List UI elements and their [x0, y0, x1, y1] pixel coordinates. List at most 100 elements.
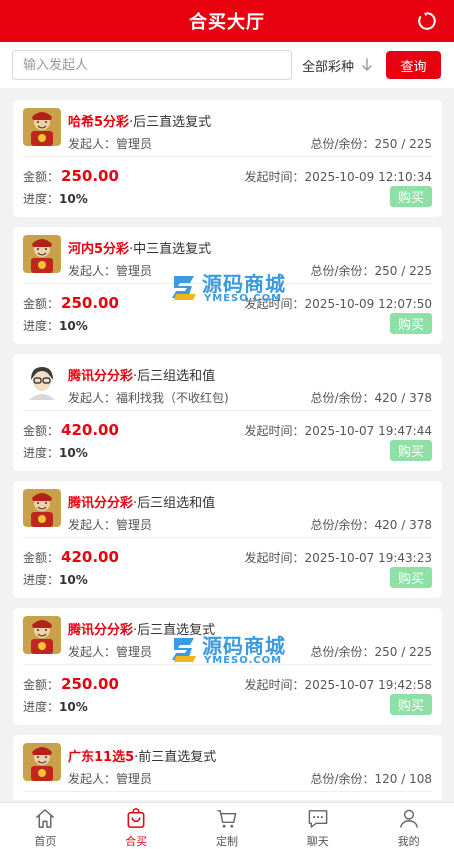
initiator-label: 发起人： — [68, 518, 117, 532]
initiator-info: 发起人：福利找我（不收红包) — [68, 389, 229, 406]
initiator-value: 管理员 — [116, 772, 153, 786]
progress-label: 进度： — [23, 192, 60, 206]
amount-value: 420.00 — [61, 548, 119, 566]
time-info: 发起时间：2025-10-09 12:07:50 — [245, 295, 432, 312]
buy-button[interactable]: 购买 — [390, 313, 432, 334]
lottery-name: 河内5分彩·中三直选复式 — [68, 238, 211, 257]
initiator-search-input[interactable] — [12, 50, 292, 80]
buy-button[interactable]: 购买 — [390, 567, 432, 588]
avatar — [23, 489, 61, 527]
tab-chat-label: 聊天 — [306, 835, 329, 848]
page-title: 合买大厅 — [189, 12, 265, 33]
home-icon — [36, 809, 55, 828]
amount-label: 金额： — [23, 678, 60, 692]
order-card[interactable]: 腾讯分分彩·后三直选复式 发起人：管理员 总份/余份：250 / 225 金额： 250… — [13, 608, 442, 725]
progress-value: 10% — [59, 319, 88, 333]
amount-value: 250.00 — [61, 294, 119, 312]
avatar — [23, 362, 61, 400]
progress-value: 10% — [59, 700, 88, 714]
lottery-type-select[interactable]: 全部彩种 — [302, 56, 374, 75]
tab-mine[interactable]: 我的 — [363, 803, 454, 849]
avatar — [23, 616, 61, 654]
shares-label: 总份/余份： — [310, 772, 375, 786]
lottery-type-label: 全部彩种 — [302, 59, 355, 75]
order-list: 哈希5分彩·后三直选复式 发起人：管理员 总份/余份：250 / 225 金额： 250… — [13, 100, 442, 800]
arrow-down-icon — [362, 58, 372, 71]
shares-info: 总份/余份：120 / 108 — [310, 770, 432, 787]
buy-button[interactable]: 购买 — [390, 440, 432, 461]
divider — [23, 537, 432, 538]
progress-label: 进度： — [23, 573, 60, 587]
tab-group-buy-label: 合买 — [125, 835, 148, 848]
order-card[interactable]: 腾讯分分彩·后三组选和值 发起人：管理员 总份/余份：420 / 378 金额： 420… — [13, 481, 442, 598]
progress-info: 进度：10% — [23, 571, 88, 588]
order-card[interactable]: 广东11选5·前三直选复式发起人：管理员总份/余份：120 / 108金额：发起… — [13, 735, 442, 800]
time-label: 发起时间： — [244, 297, 305, 311]
buy-button[interactable]: 购买 — [390, 694, 432, 715]
play-type: ·后三直选复式 — [129, 115, 212, 130]
progress-info: 进度：10% — [23, 190, 88, 207]
lottery-name: 腾讯分分彩·后三直选复式 — [68, 619, 215, 638]
refresh-icon[interactable] — [416, 10, 438, 32]
lottery-title: 腾讯分分彩 — [68, 496, 134, 511]
time-value: 2025-10-07 19:42:58 — [304, 678, 432, 692]
progress-info: 进度：10% — [23, 444, 88, 461]
progress-info: 进度：10% — [23, 317, 88, 334]
amount-value: 420.00 — [61, 421, 119, 439]
cart-icon — [217, 810, 237, 828]
lottery-name: 广东11选5·前三直选复式 — [68, 746, 216, 765]
divider — [23, 156, 432, 157]
progress-label: 进度： — [23, 446, 60, 460]
lottery-title: 哈希5分彩 — [68, 115, 130, 130]
lottery-title: 河内5分彩 — [68, 242, 130, 257]
tab-custom-label: 定制 — [215, 835, 238, 848]
order-card[interactable]: 哈希5分彩·后三直选复式 发起人：管理员 总份/余份：250 / 225 金额： 250… — [13, 100, 442, 217]
initiator-label: 发起人： — [68, 137, 117, 151]
avatar — [23, 743, 61, 781]
order-card[interactable]: 河内5分彩·中三直选复式 发起人：管理员 总份/余份：250 / 225 金额： 250… — [13, 227, 442, 344]
user-icon — [399, 809, 418, 828]
query-button[interactable]: 查询 — [386, 51, 441, 79]
divider — [23, 283, 432, 284]
amount-info: 金额： 250.00 — [23, 167, 119, 185]
shares-label: 总份/余份： — [310, 264, 375, 278]
time-value: 2025-10-07 19:43:23 — [304, 551, 432, 565]
divider — [23, 664, 432, 665]
time-value: 2025-10-07 19:47:44 — [304, 424, 432, 438]
lottery-title: 广东11选5 — [68, 750, 135, 765]
time-label: 发起时间： — [244, 551, 305, 565]
play-type: ·后三组选和值 — [133, 369, 216, 384]
shares-label: 总份/余份： — [310, 137, 375, 151]
progress-info: 进度：10% — [23, 698, 88, 715]
avatar — [23, 235, 61, 273]
search-bar: 全部彩种 查询 — [0, 42, 454, 88]
time-value: 2025-10-09 12:07:50 — [304, 297, 432, 311]
amount-label: 金额： — [23, 424, 60, 438]
initiator-label: 发起人： — [68, 772, 117, 786]
tab-home-label: 首页 — [34, 835, 57, 848]
play-type: ·前三直选复式 — [134, 750, 217, 765]
lottery-title: 腾讯分分彩 — [68, 623, 134, 638]
shares-info: 总份/余份：420 / 378 — [310, 389, 432, 406]
avatar — [23, 108, 61, 146]
initiator-info: 发起人：管理员 — [68, 770, 152, 787]
order-card[interactable]: 腾讯分分彩·后三组选和值 发起人：福利找我（不收红包) 总份/余份：420 / 37… — [13, 354, 442, 471]
app-header: 合买大厅 — [0, 0, 454, 42]
time-info: 发起时间：2025-10-07 19:47:44 — [245, 422, 432, 439]
shares-info: 总份/余份：420 / 378 — [310, 516, 432, 533]
tab-custom[interactable]: 定制 — [182, 803, 273, 849]
amount-info: 金额： 420.00 — [23, 421, 119, 439]
progress-value: 10% — [59, 446, 88, 460]
amount-info: 金额： 420.00 — [23, 548, 119, 566]
buy-button[interactable]: 购买 — [390, 186, 432, 207]
tab-chat[interactable]: 聊天 — [272, 803, 363, 849]
tab-group-buy[interactable]: 合买 — [91, 803, 182, 849]
initiator-value: 管理员 — [116, 264, 153, 278]
shares-info: 总份/余份：250 / 225 — [310, 262, 432, 279]
amount-label: 金额： — [23, 170, 60, 184]
tab-home[interactable]: 首页 — [0, 803, 91, 849]
lottery-name: 腾讯分分彩·后三组选和值 — [68, 492, 215, 511]
amount-label: 金额： — [23, 551, 60, 565]
play-type: ·后三直选复式 — [133, 623, 216, 638]
shares-value: 120 / 108 — [374, 772, 432, 786]
